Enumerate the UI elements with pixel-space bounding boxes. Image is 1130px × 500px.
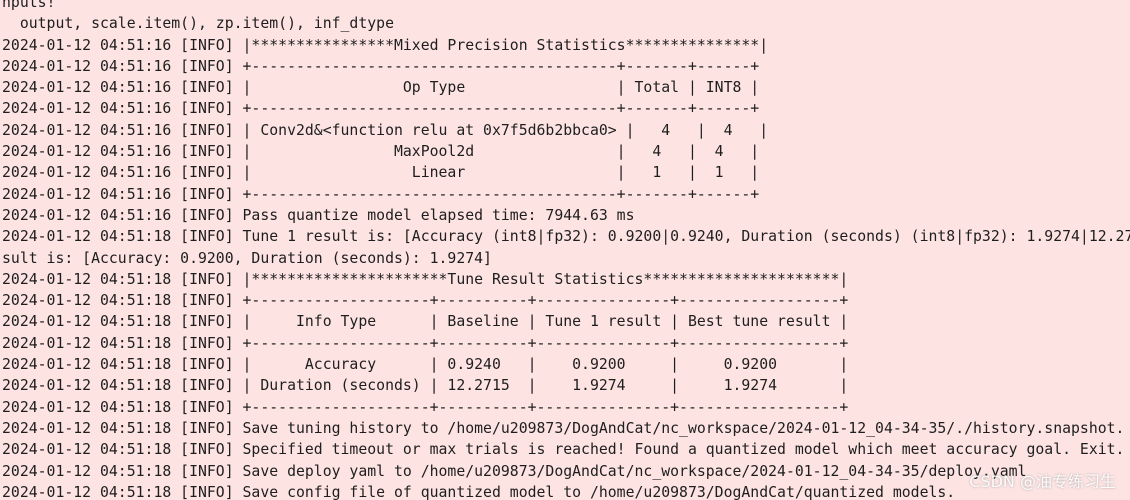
log-line: 2024-01-12 04:51:16 [INFO] | Op Type | T… xyxy=(2,79,760,97)
log-line: 2024-01-12 04:51:18 [INFO] | Duration (s… xyxy=(2,377,849,395)
log-line: 2024-01-12 04:51:16 [INFO] +------------… xyxy=(2,57,760,75)
log-line: 2024-01-12 04:51:18 [INFO] |************… xyxy=(2,270,849,288)
log-line: 2024-01-12 04:51:16 [INFO] +------------… xyxy=(2,100,760,118)
log-line: 2024-01-12 04:51:16 [INFO] Pass quantize… xyxy=(2,206,635,224)
log-line: 2024-01-12 04:51:16 [INFO] | MaxPool2d |… xyxy=(2,143,760,161)
log-line: 2024-01-12 04:51:16 [INFO] | Linear | 1 … xyxy=(2,164,760,182)
log-line: 2024-01-12 04:51:18 [INFO] Save deploy y… xyxy=(2,462,1027,480)
log-line: 2024-01-12 04:51:16 [INFO] +------------… xyxy=(2,185,760,203)
log-line: 2024-01-12 04:51:18 [INFO] Tune 1 result… xyxy=(2,228,1130,246)
log-line: 2024-01-12 04:51:18 [INFO] Specified tim… xyxy=(2,441,1125,459)
log-line: 2024-01-12 04:51:18 [INFO] +------------… xyxy=(2,292,849,310)
terminal-output-pane[interactable]: nputs! output, scale.item(), zp.item(), … xyxy=(0,0,1130,500)
csdn-watermark: CSDN @油专练习生 xyxy=(969,472,1116,491)
log-line: sult is: [Accuracy: 0.9200, Duration (se… xyxy=(2,249,492,267)
log-line: output, scale.item(), zp.item(), inf_dty… xyxy=(2,15,394,33)
log-line: 2024-01-12 04:51:18 [INFO] +------------… xyxy=(2,398,849,416)
log-line: 2024-01-12 04:51:18 [INFO] | Info Type |… xyxy=(2,313,849,331)
log-line: 2024-01-12 04:51:18 [INFO] Save config f… xyxy=(2,483,956,500)
log-line: 2024-01-12 04:51:16 [INFO] |************… xyxy=(2,36,769,54)
log-line: 2024-01-12 04:51:18 [INFO] +------------… xyxy=(2,334,849,352)
log-line: 2024-01-12 04:51:16 [INFO] | Conv2d&<fun… xyxy=(2,121,769,139)
log-line: nputs! xyxy=(2,0,56,11)
log-line: 2024-01-12 04:51:18 [INFO] | Accuracy | … xyxy=(2,356,849,374)
log-output: nputs! output, scale.item(), zp.item(), … xyxy=(2,0,1130,500)
log-line: 2024-01-12 04:51:18 [INFO] Save tuning h… xyxy=(2,419,1125,437)
